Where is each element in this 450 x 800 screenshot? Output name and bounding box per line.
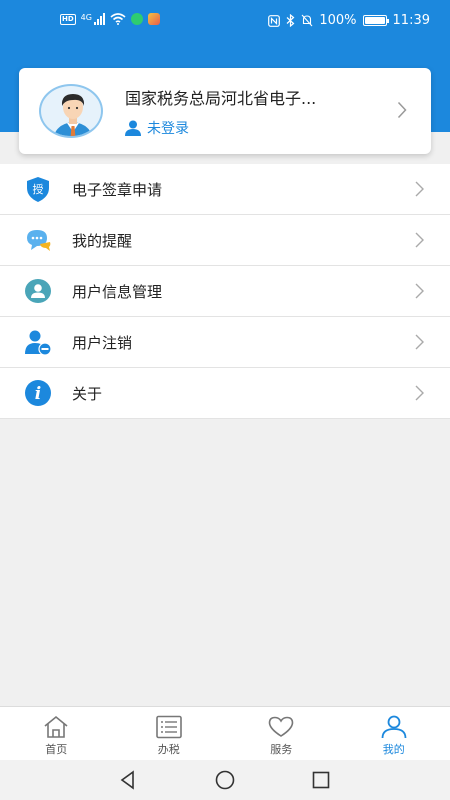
info-glyph: i — [35, 384, 41, 404]
avatar — [39, 84, 103, 138]
battery-icon — [362, 15, 389, 26]
user-remove-icon — [25, 330, 52, 356]
tab-label: 我的 — [382, 743, 405, 756]
tab-label: 服务 — [270, 743, 293, 756]
menu-item-about[interactable]: i 关于 — [0, 368, 450, 419]
chevron-right-icon — [415, 385, 424, 401]
app-notification-icon-2 — [147, 13, 160, 25]
menu-item-deregister[interactable]: 用户注销 — [0, 317, 450, 368]
heart-icon — [268, 716, 294, 737]
back-icon[interactable] — [118, 770, 138, 790]
user-icon — [125, 120, 141, 136]
menu-label: 用户注销 — [72, 334, 133, 352]
chevron-right-icon — [415, 334, 424, 350]
bottom-tab-bar: 首页 办税 服务 我的 — [0, 706, 450, 760]
signal-icon — [93, 13, 105, 25]
tab-label: 首页 — [45, 743, 68, 756]
status-left: HD 4G — [60, 13, 160, 25]
system-nav-bar — [0, 760, 450, 800]
organization-name: 国家税务总局河北省电子... — [125, 89, 317, 108]
user-icon — [381, 715, 407, 739]
menu-item-e-signature[interactable]: 授 电子签章申请 — [0, 164, 450, 215]
chevron-right-icon — [415, 232, 424, 248]
chevron-right-icon — [397, 101, 407, 119]
tab-mine[interactable]: 我的 — [338, 707, 450, 760]
menu-label: 我的提醒 — [72, 232, 133, 250]
tab-tax[interactable]: 办税 — [113, 707, 226, 760]
menu-label: 用户信息管理 — [72, 283, 163, 301]
menu-label: 电子签章申请 — [72, 181, 163, 199]
recents-icon[interactable] — [311, 770, 331, 790]
authorize-shield-icon: 授 — [27, 177, 49, 202]
menu-item-reminders[interactable]: 我的提醒 — [0, 215, 450, 266]
chat-bubble-icon — [27, 230, 51, 251]
settings-menu: 授 电子签章申请 我的提醒 用户信息管理 用户注销 i 关于 — [0, 164, 450, 419]
status-bar: HD 4G 100% 11:39 — [0, 0, 450, 42]
tab-label: 办税 — [157, 743, 180, 756]
tab-services[interactable]: 服务 — [225, 707, 338, 760]
tab-home[interactable]: 首页 — [0, 707, 113, 760]
app-notification-icon — [130, 13, 143, 25]
nfc-icon — [268, 14, 281, 27]
user-info-icon — [25, 279, 51, 303]
battery-percent: 100% — [319, 13, 357, 28]
hd-icon: HD — [60, 13, 76, 25]
status-right: 100% 11:39 — [268, 13, 430, 28]
network-type: 4G — [80, 13, 92, 22]
authorize-glyph: 授 — [33, 182, 44, 196]
login-status[interactable]: 未登录 — [124, 118, 189, 138]
home-circle-icon[interactable] — [215, 770, 235, 790]
list-icon — [155, 715, 182, 739]
clock: 11:39 — [392, 13, 430, 28]
home-icon — [44, 715, 68, 738]
bluetooth-icon — [286, 14, 295, 27]
user-avatar-icon — [53, 94, 93, 136]
menu-label: 关于 — [72, 385, 103, 403]
login-status-label: 未登录 — [147, 121, 189, 137]
mute-icon — [301, 14, 313, 27]
chevron-right-icon — [415, 181, 424, 197]
info-icon: i — [25, 380, 51, 406]
profile-card[interactable]: 国家税务总局河北省电子... 未登录 — [19, 68, 431, 154]
menu-item-user-info[interactable]: 用户信息管理 — [0, 266, 450, 317]
chevron-right-icon — [415, 283, 424, 299]
wifi-icon — [110, 13, 126, 25]
